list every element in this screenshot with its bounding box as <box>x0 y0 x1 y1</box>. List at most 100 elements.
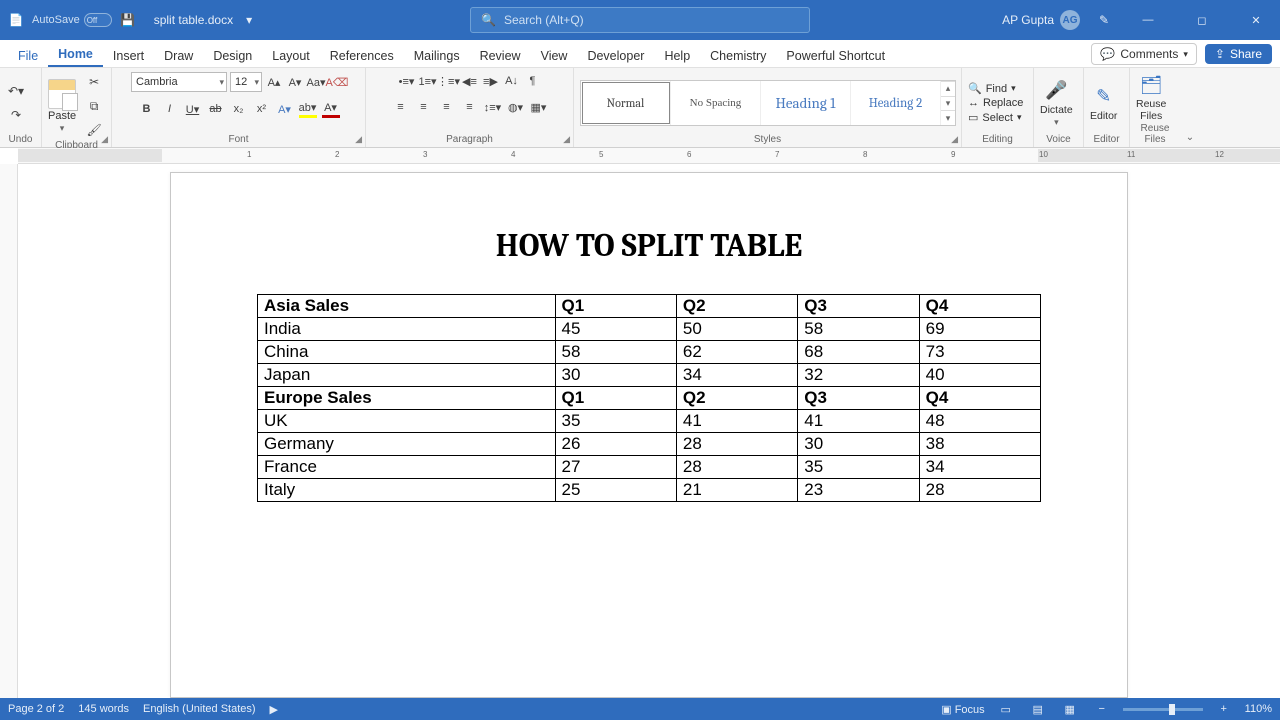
align-right-button[interactable]: ≡ <box>438 98 456 116</box>
style-no-spacing[interactable]: No Spacing <box>671 81 761 125</box>
justify-button[interactable]: ≡ <box>461 98 479 116</box>
borders-button[interactable]: ▦▾ <box>530 98 548 116</box>
data-cell[interactable]: Q2 <box>676 387 797 410</box>
autosave-toggle[interactable]: AutoSave Off <box>32 13 112 27</box>
data-cell[interactable]: 25 <box>555 479 676 502</box>
language-indicator[interactable]: English (United States) <box>143 703 256 715</box>
tab-help[interactable]: Help <box>654 43 700 67</box>
data-cell[interactable]: 62 <box>676 341 797 364</box>
close-button[interactable]: ✕ <box>1236 0 1276 40</box>
tab-file[interactable]: File <box>8 43 48 67</box>
data-cell[interactable]: 35 <box>798 456 919 479</box>
data-cell[interactable]: 27 <box>555 456 676 479</box>
italic-button[interactable]: I <box>161 100 179 118</box>
font-color-button[interactable]: A▾ <box>322 100 340 118</box>
data-cell[interactable]: 21 <box>676 479 797 502</box>
macro-icon[interactable]: ▶ <box>270 703 278 716</box>
docname-dropdown-icon[interactable]: ▾ <box>241 12 257 28</box>
tab-review[interactable]: Review <box>470 43 531 67</box>
sort-button[interactable]: A↓ <box>503 72 521 90</box>
minimize-button[interactable]: — <box>1128 0 1168 40</box>
data-cell[interactable]: 68 <box>798 341 919 364</box>
style-heading-2[interactable]: Heading 2 <box>851 81 941 125</box>
copy-button[interactable]: ⧉ <box>84 96 104 116</box>
data-cell[interactable]: Q3 <box>798 387 919 410</box>
underline-button[interactable]: U▾ <box>184 100 202 118</box>
data-cell[interactable]: 50 <box>676 318 797 341</box>
table-row[interactable]: Japan30343240 <box>258 364 1041 387</box>
row-label-cell[interactable]: China <box>258 341 556 364</box>
data-cell[interactable]: Q4 <box>919 387 1040 410</box>
table-row[interactable]: France27283534 <box>258 456 1041 479</box>
styles-scroll-up-icon[interactable]: ▴ <box>941 81 955 96</box>
search-box[interactable]: 🔍 Search (Alt+Q) <box>470 7 810 33</box>
data-cell[interactable]: 41 <box>676 410 797 433</box>
table-row[interactable]: India45505869 <box>258 318 1041 341</box>
data-cell[interactable]: 28 <box>919 479 1040 502</box>
document-page[interactable]: HOW TO SPLIT TABLE Asia SalesQ1Q2Q3Q4Ind… <box>170 172 1128 698</box>
reuse-files-button[interactable]: 🗂 ReuseFiles <box>1136 72 1166 122</box>
font-launcher-icon[interactable]: ◢ <box>355 134 362 145</box>
data-cell[interactable]: Q2 <box>676 295 797 318</box>
cut-button[interactable]: ✂ <box>84 72 104 92</box>
style-normal[interactable]: Normal <box>581 81 671 125</box>
bullets-button[interactable]: •≡▾ <box>398 72 416 90</box>
row-label-cell[interactable]: Japan <box>258 364 556 387</box>
data-cell[interactable]: 73 <box>919 341 1040 364</box>
multilevel-button[interactable]: ⋮≡▾ <box>440 72 458 90</box>
web-layout-button[interactable]: ▦ <box>1059 701 1081 717</box>
print-layout-button[interactable]: ▤ <box>1027 701 1049 717</box>
strike-button[interactable]: ab <box>207 100 225 118</box>
shrink-font-button[interactable]: A▾ <box>286 73 304 91</box>
change-case-button[interactable]: Aa▾ <box>307 73 325 91</box>
data-cell[interactable]: 26 <box>555 433 676 456</box>
tab-powerful-shortcut[interactable]: Powerful Shortcut <box>776 43 895 67</box>
text-effects-button[interactable]: A▾ <box>276 100 294 118</box>
tab-mailings[interactable]: Mailings <box>404 43 470 67</box>
select-button[interactable]: ▭Select▾ <box>968 111 1023 124</box>
tab-view[interactable]: View <box>531 43 578 67</box>
paragraph-launcher-icon[interactable]: ◢ <box>563 134 570 145</box>
row-label-cell[interactable]: Europe Sales <box>258 387 556 410</box>
tab-layout[interactable]: Layout <box>262 43 320 67</box>
row-label-cell[interactable]: France <box>258 456 556 479</box>
data-cell[interactable]: 69 <box>919 318 1040 341</box>
data-cell[interactable]: 38 <box>919 433 1040 456</box>
align-center-button[interactable]: ≡ <box>415 98 433 116</box>
clipboard-launcher-icon[interactable]: ◢ <box>101 134 108 145</box>
word-count[interactable]: 145 words <box>78 703 129 715</box>
zoom-level[interactable]: 110% <box>1245 703 1272 715</box>
data-cell[interactable]: 28 <box>676 433 797 456</box>
editor-button[interactable]: ✎ Editor <box>1090 84 1117 123</box>
show-marks-button[interactable]: ¶ <box>524 72 542 90</box>
styles-scroll-down-icon[interactable]: ▾ <box>941 96 955 111</box>
row-label-cell[interactable]: Germany <box>258 433 556 456</box>
tab-developer[interactable]: Developer <box>577 43 654 67</box>
dictate-button[interactable]: 🎤 Dictate ▾ <box>1040 78 1073 129</box>
tab-design[interactable]: Design <box>203 43 262 67</box>
font-size-combo[interactable]: 12▾ <box>230 72 262 92</box>
zoom-out-button[interactable]: − <box>1091 701 1113 717</box>
zoom-slider[interactable] <box>1123 708 1203 711</box>
document-name[interactable]: split table.docx <box>154 13 233 27</box>
tab-references[interactable]: References <box>320 43 404 67</box>
data-cell[interactable]: 40 <box>919 364 1040 387</box>
collapse-ribbon-button[interactable]: ⌄ <box>1180 68 1200 147</box>
horizontal-ruler[interactable]: 123456789101112 <box>18 148 1280 164</box>
row-label-cell[interactable]: UK <box>258 410 556 433</box>
table-row[interactable]: Europe SalesQ1Q2Q3Q4 <box>258 387 1041 410</box>
data-cell[interactable]: Q1 <box>555 295 676 318</box>
table-row[interactable]: Italy25212328 <box>258 479 1041 502</box>
grow-font-button[interactable]: A▴ <box>265 73 283 91</box>
sales-table[interactable]: Asia SalesQ1Q2Q3Q4India45505869China5862… <box>257 294 1041 502</box>
tab-draw[interactable]: Draw <box>154 43 203 67</box>
read-mode-button[interactable]: ▭ <box>995 701 1017 717</box>
tab-insert[interactable]: Insert <box>103 43 154 67</box>
focus-mode-button[interactable]: ▣ Focus <box>941 703 984 716</box>
data-cell[interactable]: 34 <box>676 364 797 387</box>
redo-button[interactable]: ↷ <box>6 105 26 125</box>
styles-more-icon[interactable]: ▾ <box>941 110 955 125</box>
data-cell[interactable]: 35 <box>555 410 676 433</box>
line-spacing-button[interactable]: ↕≡▾ <box>484 98 502 116</box>
increase-indent-button[interactable]: ≡▶ <box>482 72 500 90</box>
